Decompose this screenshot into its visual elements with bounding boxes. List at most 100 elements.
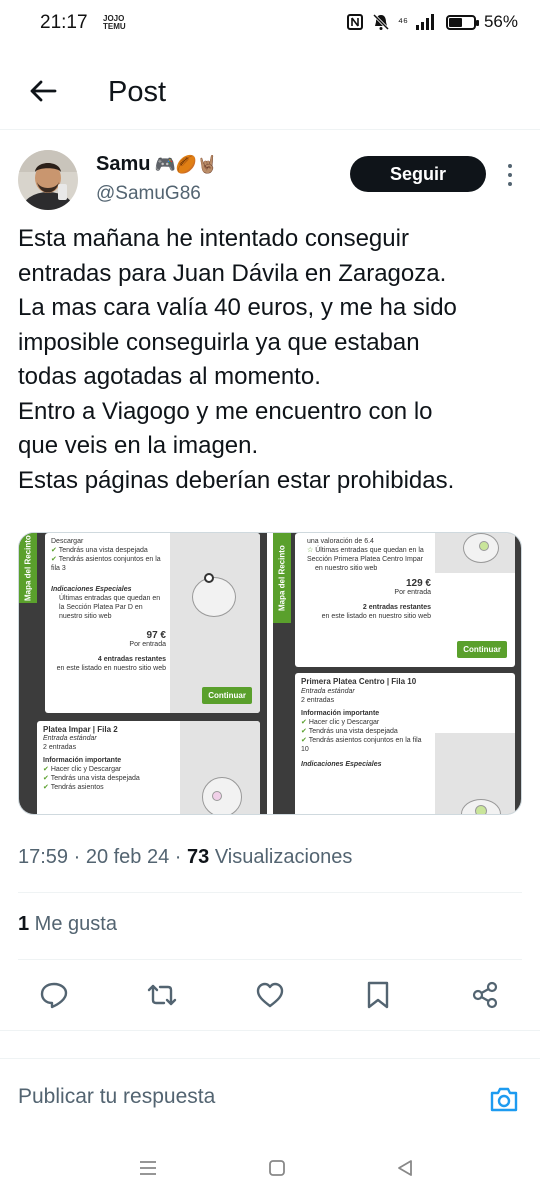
retweet-icon: [147, 984, 177, 1006]
divider: [18, 892, 522, 893]
like-button[interactable]: [253, 978, 287, 1012]
tweet-line: entradas para Juan Dávila en Zaragoza.: [18, 259, 447, 287]
status-icons: ⁴⁶ 56%: [346, 12, 518, 32]
back-nav-button[interactable]: [393, 1156, 417, 1180]
card-line: ✔ Hacer clic y Descargar: [43, 766, 122, 773]
nfc-icon: [346, 14, 363, 30]
continue-button: Continuar: [457, 641, 507, 658]
card-line: ✔ Tendrás asientos conjuntos en la fila …: [51, 556, 161, 572]
network-type: ⁴⁶: [397, 15, 408, 29]
home-button[interactable]: [265, 1156, 289, 1180]
share-icon: [472, 981, 498, 1009]
triangle-back-icon: [398, 1160, 412, 1176]
mute-bell-icon: [372, 13, 389, 31]
card-line: ✔ Hacer clic y Descargar: [301, 719, 380, 726]
divider: [18, 959, 522, 960]
media-image-left[interactable]: Mapa del Recinto Descargar ✔ Tendrás una…: [19, 533, 267, 814]
card-price: 97 €: [146, 630, 166, 641]
tweet-line: Esta mañana he intentado conseguir: [18, 225, 409, 252]
card-line: ✔ Tendrás una vista despejada: [301, 728, 398, 735]
card-remaining-sub: en este listado en nuestro sitio web: [56, 665, 166, 672]
retweet-button[interactable]: [145, 978, 179, 1012]
camera-icon: [490, 1087, 518, 1112]
tweet-media[interactable]: Mapa del Recinto Descargar ✔ Tendrás una…: [18, 532, 522, 815]
tweet-timestamp[interactable]: 17:59 · 20 feb 24 ·: [18, 846, 187, 868]
tweet-line: Estas páginas deberían estar prohibidas.: [18, 466, 455, 494]
status-time: 21:17: [40, 12, 88, 33]
page-title: Post: [108, 76, 167, 108]
reply-input[interactable]: Publicar tu respuesta: [18, 1085, 215, 1109]
action-bar: [0, 972, 540, 1018]
avatar-image: [18, 150, 78, 210]
battery-percent: 56%: [483, 12, 518, 31]
card-note: Últimas entradas que quedan en la Secció…: [59, 595, 161, 620]
author-handle[interactable]: @SamuG86: [96, 183, 201, 205]
card-qty: 2 entradas: [43, 744, 77, 751]
card-line: ✔ Tendrás asientos conjuntos en la fila …: [301, 737, 422, 753]
heart-icon: [256, 982, 284, 1008]
card-remaining: 4 entradas restantes: [97, 656, 166, 663]
card-price-sub: Por entrada: [129, 641, 166, 648]
card-price: 129 €: [405, 578, 431, 589]
listing-card: Primera Platea Centro | Fila 10 Entrada …: [295, 673, 515, 814]
tweet-line: todas agotadas al momento.: [18, 363, 321, 390]
card-line: en nuestro sitio web: [315, 565, 378, 572]
system-nav-bar: [0, 1140, 540, 1200]
card-remaining: 2 entradas restantes: [362, 604, 431, 611]
card-line: una valoración de 6.4: [307, 538, 374, 545]
card-title: Platea Impar | Fila 2: [43, 725, 118, 734]
card-remaining-sub: en este listado en nuestro sitio web: [321, 613, 431, 620]
card-title: Primera Platea Centro | Fila 10: [301, 677, 417, 686]
card-line: ✔ Tendrás asientos: [43, 784, 104, 791]
listing-card: Descargar ✔ Tendrás una vista despejada …: [45, 533, 260, 713]
battery-fill: [448, 17, 462, 27]
venue-map: [180, 721, 260, 814]
tweet-line: La mas cara valía 40 euros, y me ha sido: [18, 294, 457, 321]
likes-label: Me gusta: [29, 913, 117, 935]
reply-button[interactable]: [37, 978, 71, 1012]
carrier-line2: TEMU: [103, 22, 126, 31]
card-info-title: Información importante: [43, 757, 122, 764]
camera-button[interactable]: [488, 1083, 520, 1115]
app-header: Post: [0, 60, 540, 130]
card-line: ✔ Tendrás una vista despejada: [43, 775, 140, 782]
card-qty: 2 entradas: [301, 697, 335, 704]
views-label: Visualizaciones: [209, 846, 353, 868]
card-price-sub: Por entrada: [394, 589, 431, 596]
share-button[interactable]: [468, 978, 502, 1012]
author-name[interactable]: Samu 🎮🏉🤘🏽: [96, 153, 218, 176]
recents-button[interactable]: [136, 1156, 160, 1180]
follow-button[interactable]: Seguir: [350, 156, 486, 192]
battery-icon: [445, 14, 479, 30]
card-line: ☆ Últimas entradas que quedan en la Secc…: [307, 547, 424, 563]
card-line: Descargar: [51, 538, 84, 545]
reply-composer: Publicar tu respuesta: [0, 1058, 540, 1128]
venue-map: [435, 733, 515, 814]
card-section-title: Indicaciones Especiales: [301, 761, 382, 768]
author-emojis: 🎮🏉🤘🏽: [154, 154, 218, 174]
back-button[interactable]: [26, 74, 60, 108]
tweet-text: Esta mañana he intentado conseguir entra…: [18, 222, 528, 498]
card-line: ✔ Tendrás una vista despejada: [51, 547, 148, 554]
media-image-right[interactable]: Mapa del Recinto una valoración de 6.4 ☆…: [273, 533, 521, 814]
reply-icon: [40, 982, 68, 1009]
tweet-meta: 17:59 · 20 feb 24 · 73 Visualizaciones: [18, 846, 352, 869]
bookmark-button[interactable]: [361, 978, 395, 1012]
more-options-icon[interactable]: [503, 160, 517, 190]
menu-lines-icon: [140, 1161, 156, 1175]
divider: [0, 1030, 540, 1031]
views-count: 73: [187, 846, 210, 868]
listing-card: una valoración de 6.4 ☆ Últimas entradas…: [295, 533, 515, 667]
card-subtitle: Entrada estándar: [43, 735, 97, 742]
status-bar: 21:17 JOJO TEMU ⁴⁶ 56%: [0, 0, 540, 48]
card-section-title: Indicaciones Especiales: [51, 586, 132, 593]
status-carrier: JOJO TEMU: [103, 15, 126, 31]
continue-button: Continuar: [202, 687, 252, 704]
likes-number: 1: [18, 913, 30, 935]
map-tab: Mapa del Recinto: [19, 533, 37, 603]
likes-count[interactable]: 1 Me gusta: [18, 913, 117, 936]
venue-map: [435, 533, 515, 573]
avatar[interactable]: [18, 150, 78, 210]
arrow-left-icon: [30, 80, 57, 102]
tweet-line: imposible conseguirla ya que estaban: [18, 328, 420, 356]
